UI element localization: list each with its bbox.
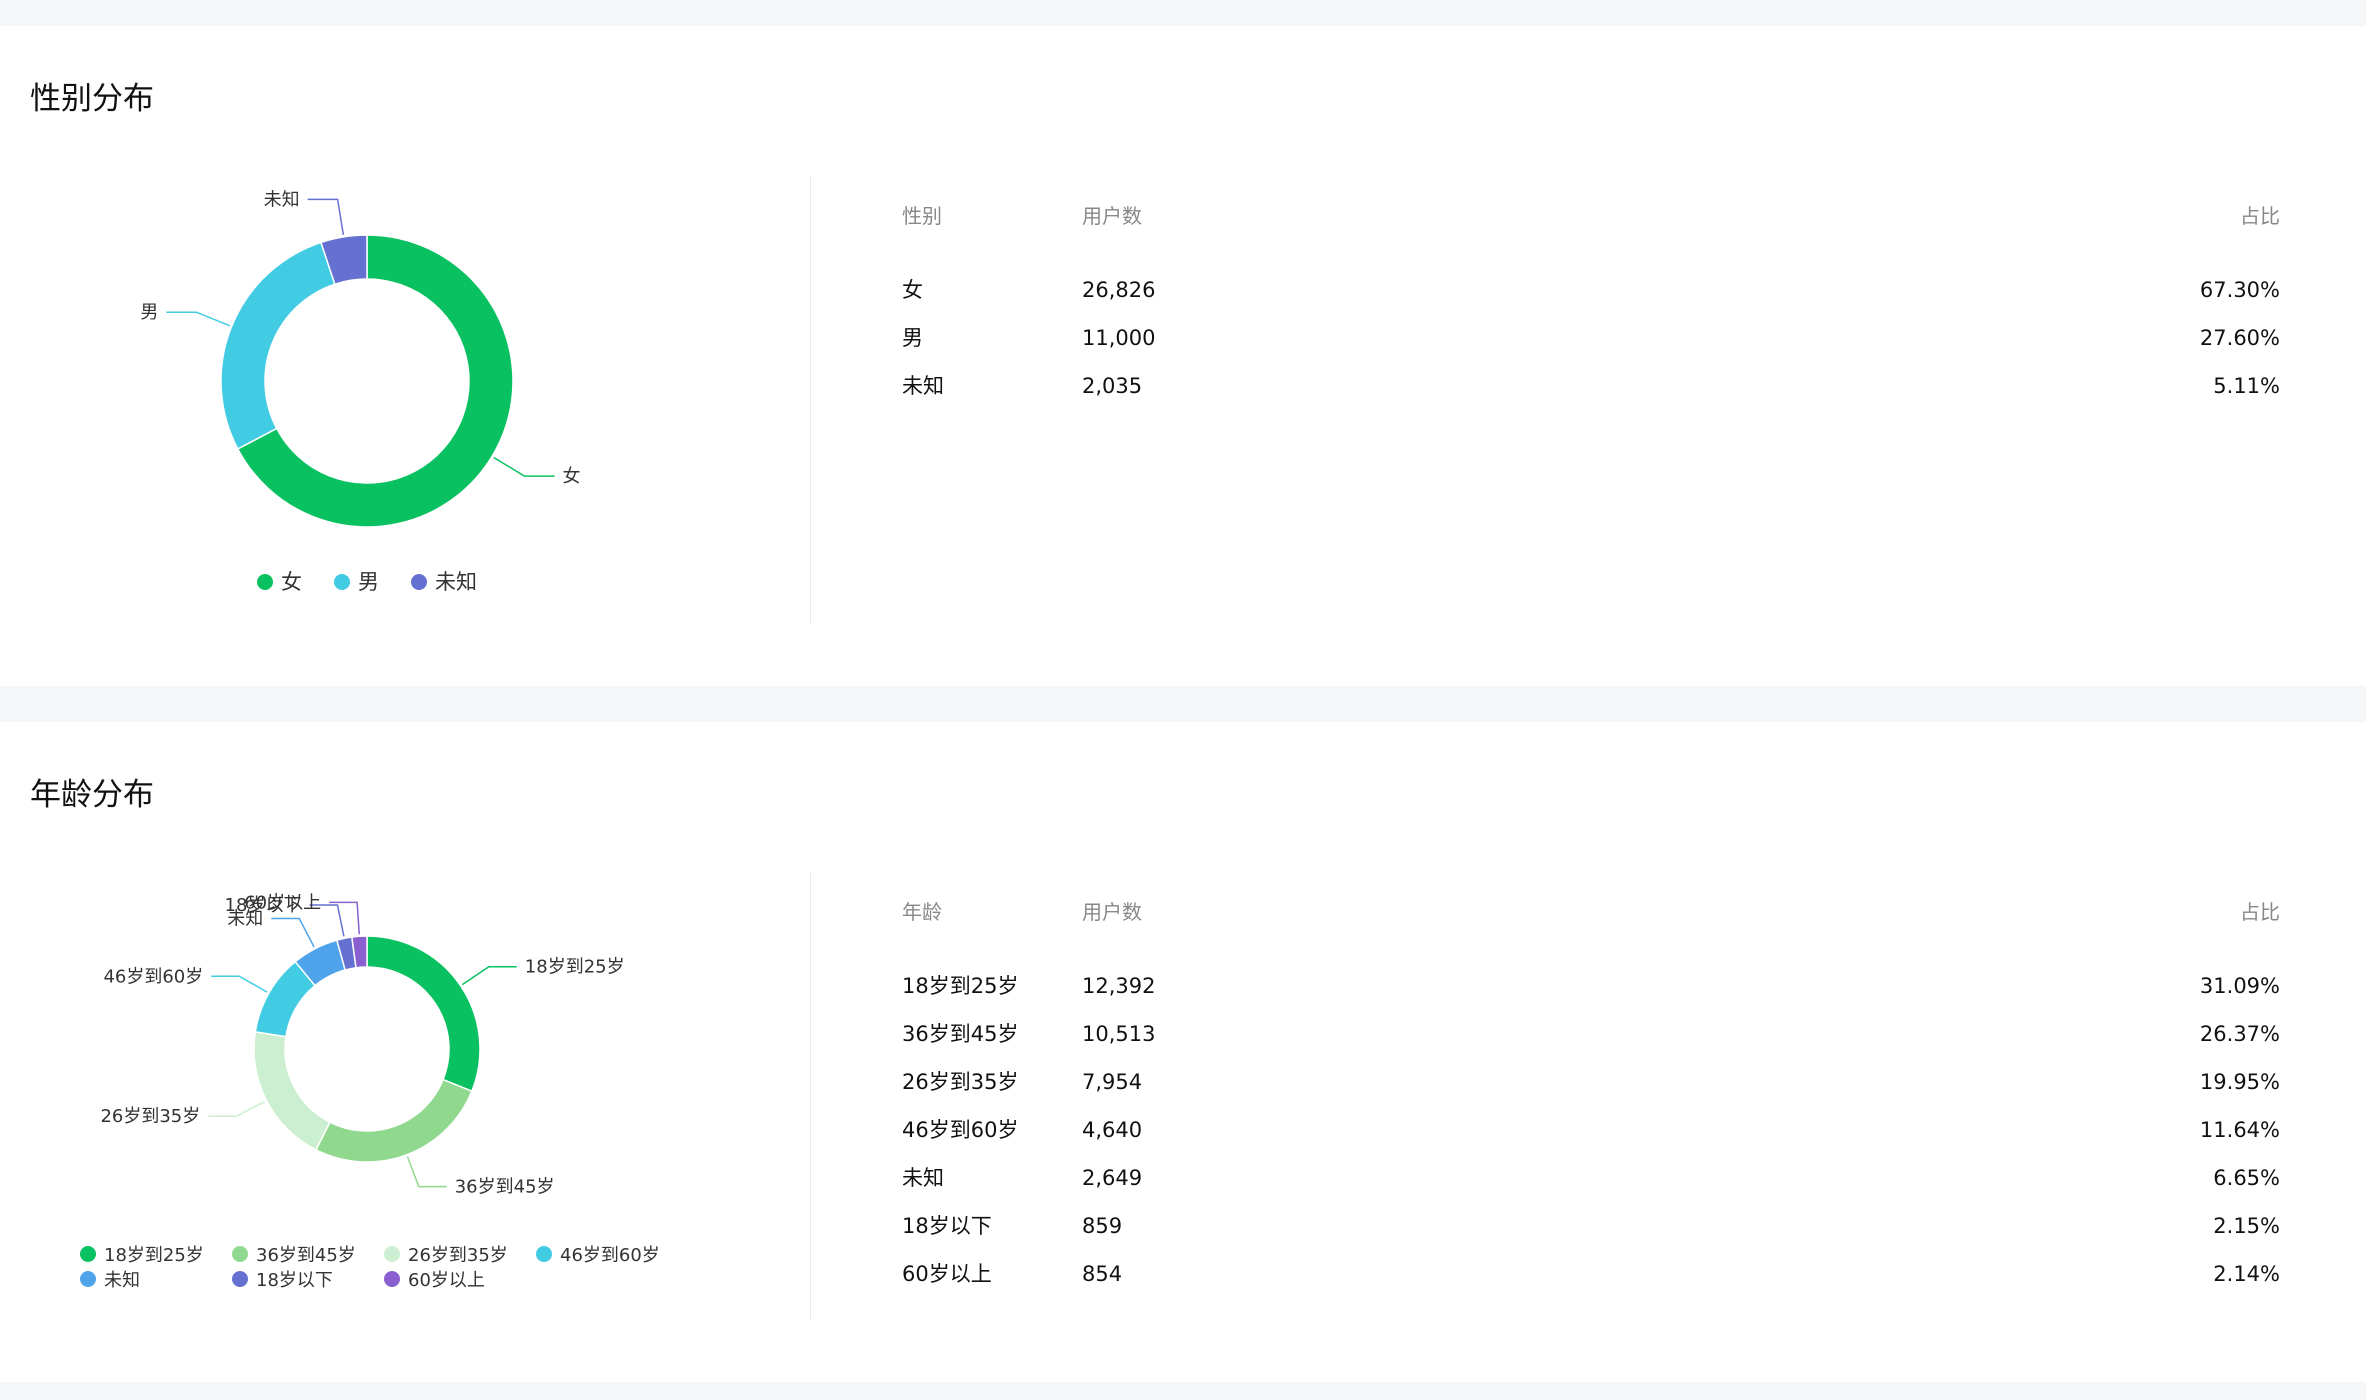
leader-line-4 (271, 917, 315, 948)
age-table-header: 年龄 用户数 占比 (902, 892, 2280, 962)
legend-label-2[interactable]: 26岁到35岁 (408, 1245, 508, 1266)
age-divider (810, 872, 811, 1320)
table-cell: 7,954 (1082, 1070, 1143, 1094)
table-cell: 36岁到45岁 (902, 1022, 1019, 1046)
table-cell: 2.14% (2213, 1262, 2280, 1286)
table-cell: 2.15% (2213, 1214, 2280, 1238)
slice-label-1: 男 (140, 302, 158, 323)
table-row: 男 11,000 27.60% (902, 314, 2280, 362)
gender-card: 性别分布 女男未知女男未知 性别 用户数 占比女 26,826 67.30% 男 11,00… (0, 26, 2366, 686)
leader-line-2 (307, 198, 345, 236)
table-cell: 6.65% (2213, 1166, 2280, 1190)
gender-table-header: 性别 用户数 占比 (902, 196, 2280, 266)
table-cell: 未知 (902, 1166, 944, 1190)
table-cell: 18岁以下 (902, 1214, 992, 1238)
table-row: 26岁到35岁 7,954 19.95% (902, 1058, 2280, 1106)
age-table: 年龄 用户数 占比 18岁到25岁 12,392 31.09% 36岁到45岁 10,513 2… (902, 892, 2280, 1298)
leader-line-0 (461, 965, 517, 986)
legend-marker-1[interactable] (232, 1246, 248, 1262)
slice-label-0: 18岁到25岁 (525, 957, 625, 978)
slice-label-3: 46岁到60岁 (103, 966, 203, 987)
slice-label-2: 未知 (264, 189, 300, 210)
slice-label-1: 36岁到45岁 (455, 1177, 555, 1198)
gender-table: 性别 用户数 占比女 26,826 67.30% 男 11,000 27.60% 未知 2,035… (902, 196, 2280, 410)
donut-slice-0 (366, 935, 481, 1093)
slice-label-6: 60岁以上 (244, 892, 321, 913)
table-cell: 26岁到35岁 (902, 1070, 1019, 1094)
gender-header-cell: 性别 (902, 204, 942, 228)
table-cell: 60岁以上 (902, 1262, 992, 1286)
legend-marker-2[interactable] (384, 1246, 400, 1262)
legend-label-6[interactable]: 60岁以上 (408, 1270, 485, 1291)
table-cell: 2,649 (1082, 1166, 1143, 1190)
table-row: 18岁以下 859 2.15% (902, 1202, 2280, 1250)
age-card: 年龄分布 18岁到25岁 36岁到45岁 26岁到35岁 46岁到60岁 未知 18岁以下… (0, 722, 2366, 1382)
legend-label-5[interactable]: 18岁以下 (256, 1270, 333, 1291)
table-row: 46岁到60岁 4,640 11.64% (902, 1106, 2280, 1154)
table-cell: 46岁到60岁 (902, 1118, 1019, 1142)
table-cell: 26,826 (1082, 278, 1156, 302)
table-row: 女 26,826 67.30% (902, 266, 2280, 314)
legend-label-3[interactable]: 46岁到60岁 (560, 1245, 660, 1266)
table-cell: 26.37% (2199, 1022, 2280, 1046)
table-cell: 女 (902, 278, 923, 302)
table-row: 未知 2,649 6.65% (902, 1154, 2280, 1202)
legend-marker-5[interactable] (232, 1271, 248, 1287)
legend-label-1[interactable]: 36岁到45岁 (256, 1245, 356, 1266)
table-row: 60岁以上 854 2.14% (902, 1250, 2280, 1298)
leader-line-0 (493, 456, 555, 477)
leader-line-2 (208, 1100, 266, 1117)
legend-marker-6[interactable] (384, 1271, 400, 1287)
legend-label-4[interactable]: 未知 (104, 1270, 140, 1291)
leader-line-1 (406, 1156, 447, 1188)
table-cell: 未知 (902, 374, 944, 398)
table-cell: 18岁到25岁 (902, 974, 1019, 998)
table-cell: 859 (1082, 1214, 1123, 1238)
legend-marker-2[interactable] (411, 574, 427, 590)
table-cell: 19.95% (2199, 1070, 2280, 1094)
table-cell: 4,640 (1082, 1118, 1143, 1142)
table-cell: 854 (1082, 1262, 1123, 1286)
table-cell: 男 (902, 326, 923, 350)
legend-label-2[interactable]: 未知 (435, 570, 477, 594)
legend-label-1[interactable]: 男 (358, 570, 379, 594)
table-cell: 11.64% (2199, 1118, 2280, 1142)
legend-marker-1[interactable] (334, 574, 350, 590)
leader-line-1 (166, 311, 231, 327)
table-row: 36岁到45岁 10,513 26.37% (902, 1010, 2280, 1058)
legend-label-0[interactable]: 女 (281, 570, 302, 594)
legend-marker-3[interactable] (536, 1246, 552, 1262)
table-row: 18岁到25岁 12,392 31.09% (902, 962, 2280, 1010)
slice-label-0: 女 (562, 466, 580, 487)
legend-marker-0[interactable] (80, 1246, 96, 1262)
legend-label-0[interactable]: 18岁到25岁 (104, 1245, 204, 1266)
donut-slice-1 (220, 241, 336, 450)
table-cell: 12,392 (1082, 974, 1156, 998)
age-donut-chart: 18岁到25岁36岁到45岁26岁到35岁46岁到60岁未知18岁以下60岁以上… (80, 892, 660, 1291)
age-header-cell: 用户数 (1082, 900, 1142, 924)
gender-donut-chart: 女男未知女男未知 (140, 189, 580, 594)
gender-header-cell: 占比 (2240, 204, 2280, 228)
table-cell: 11,000 (1082, 326, 1156, 350)
table-cell: 10,513 (1082, 1022, 1156, 1046)
age-header-cell: 占比 (2240, 900, 2280, 924)
table-cell: 31.09% (2199, 974, 2280, 998)
age-header-cell: 年龄 (902, 900, 942, 924)
table-cell: 5.11% (2213, 374, 2280, 398)
slice-label-2: 26岁到35岁 (100, 1106, 200, 1127)
legend-marker-0[interactable] (257, 574, 273, 590)
table-row: 未知 2,035 5.11% (902, 362, 2280, 410)
table-cell: 27.60% (2199, 326, 2280, 350)
table-cell: 67.30% (2199, 278, 2280, 302)
donut-slice-1 (314, 1078, 473, 1163)
legend-marker-4[interactable] (80, 1271, 96, 1287)
donut-slice-2 (253, 1031, 331, 1151)
leader-line-3 (211, 975, 268, 993)
leader-line-6 (329, 901, 361, 935)
gender-divider (810, 176, 811, 624)
table-cell: 2,035 (1082, 374, 1143, 398)
gender-header-cell: 用户数 (1082, 204, 1142, 228)
